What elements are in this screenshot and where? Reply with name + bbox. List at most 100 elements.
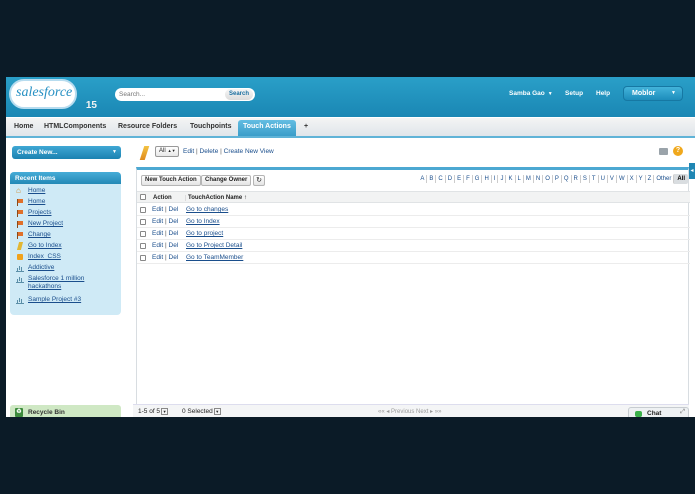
col-touchaction-name[interactable]: TouchAction Name ↑ (185, 195, 247, 201)
bolt-icon (16, 242, 24, 250)
edit-view-link[interactable]: Edit (183, 148, 194, 155)
recent-item[interactable]: New Project (16, 220, 63, 230)
alpha-filter-u[interactable]: U (597, 175, 607, 183)
alpha-filter-y[interactable]: Y (635, 175, 645, 183)
recent-item[interactable]: Projects (16, 209, 51, 219)
row-name-link[interactable]: Go to Index (186, 218, 220, 225)
tab-touchpoints[interactable]: Touchpoints (190, 123, 231, 130)
row-name-link[interactable]: Go to Project Detail (186, 242, 242, 249)
tab-add-plus[interactable]: + (304, 123, 308, 130)
recent-item[interactable]: Sample Project #3 (16, 296, 81, 306)
user-menu[interactable]: Samba Gao ▼ (509, 90, 553, 97)
setup-link[interactable]: Setup (565, 90, 583, 97)
alpha-filter-b[interactable]: B (426, 175, 435, 183)
selected-count[interactable]: 0 Selected ▼ (182, 408, 221, 415)
alpha-filter-e[interactable]: E (454, 175, 463, 183)
recent-item-label: Projects (28, 209, 52, 216)
print-icon[interactable] (659, 148, 668, 155)
select-all-checkbox[interactable] (140, 194, 146, 200)
chat-widget[interactable]: Chat ⤢ (628, 407, 689, 417)
recent-item[interactable]: Home (16, 198, 45, 208)
del-link[interactable]: Del (169, 242, 179, 249)
alpha-filter-z[interactable]: Z (644, 175, 654, 183)
recent-item[interactable]: Addictive (16, 264, 54, 274)
row-name-link[interactable]: Go to project (186, 230, 223, 237)
search-button[interactable]: Search (225, 89, 253, 100)
recent-item[interactable]: ⌂ Home (16, 187, 45, 197)
alpha-filter-n[interactable]: N (532, 175, 542, 183)
edit-link[interactable]: Edit (152, 230, 163, 237)
list-footer: 1-5 of 5 ▼ 0 Selected ▼ «« ◂ Previous Next… (133, 404, 689, 417)
alpha-filter-j[interactable]: J (497, 175, 505, 183)
css-icon (16, 253, 24, 261)
alpha-filter-i[interactable]: I (490, 175, 498, 183)
recent-item-label: Change (28, 231, 51, 238)
help-link[interactable]: Help (596, 90, 610, 97)
row-checkbox[interactable] (140, 231, 146, 237)
next-link[interactable]: Next (416, 409, 428, 415)
search-box: Search (115, 88, 255, 101)
row-checkbox[interactable] (140, 207, 146, 213)
edit-link[interactable]: Edit (152, 254, 163, 261)
alpha-filter-h[interactable]: H (481, 175, 490, 183)
delete-view-link[interactable]: Delete (200, 148, 219, 155)
chevron-updown-icon: ▲▼ (167, 148, 176, 153)
row-name-link[interactable]: Go to TeamMember (186, 254, 243, 261)
pager[interactable]: 1-5 of 5 ▼ (138, 408, 169, 415)
del-link[interactable]: Del (169, 254, 179, 261)
separator: | (165, 230, 167, 237)
alpha-filter-v[interactable]: V (606, 175, 616, 183)
view-select[interactable]: All ▲▼ (155, 146, 179, 157)
del-link[interactable]: Del (169, 230, 179, 237)
row-checkbox[interactable] (140, 243, 146, 249)
previous-link[interactable]: Previous (391, 409, 414, 415)
alpha-filter-q[interactable]: Q (560, 175, 571, 183)
tab-touch-actions[interactable]: Touch Actions (238, 120, 296, 136)
alpha-filter-p[interactable]: P (551, 175, 561, 183)
search-input[interactable] (119, 89, 219, 100)
refresh-icon[interactable]: ↻ (253, 175, 265, 186)
new-touch-action-button[interactable]: New Touch Action (141, 175, 201, 186)
alpha-filter-c[interactable]: C (435, 175, 444, 183)
side-panel-toggle[interactable]: ◂ (689, 163, 695, 179)
recent-item[interactable]: Change (16, 231, 51, 241)
edit-link[interactable]: Edit (152, 218, 163, 225)
alpha-filter-all[interactable]: All (673, 174, 688, 184)
tab-home[interactable]: Home (14, 123, 33, 130)
edit-link[interactable]: Edit (152, 242, 163, 249)
alpha-filter-t[interactable]: T (588, 175, 598, 183)
recycle-bin[interactable]: ♻ Recycle Bin (10, 405, 121, 417)
tab-resource-folders[interactable]: Resource Folders (118, 123, 177, 130)
alpha-filter-g[interactable]: G (471, 175, 482, 183)
alpha-filter-w[interactable]: W (615, 175, 627, 183)
alpha-filter-a[interactable]: A (418, 175, 426, 183)
alpha-filter-s[interactable]: S (579, 175, 589, 183)
alpha-filter-d[interactable]: D (444, 175, 454, 183)
alpha-filter-other[interactable]: Other (653, 175, 673, 183)
alpha-filter-l[interactable]: L (514, 175, 523, 183)
create-new-view-link[interactable]: Create New View (224, 148, 274, 155)
row-name-link[interactable]: Go to changes (186, 206, 228, 213)
app-menu-button[interactable]: Moblor ▼ (623, 86, 683, 101)
alpha-filter-k[interactable]: K (505, 175, 514, 183)
alpha-filter-m[interactable]: M (522, 175, 533, 183)
alpha-filter-o[interactable]: O (542, 175, 552, 183)
create-new-button[interactable]: Create New... ▼ (12, 146, 121, 159)
help-icon[interactable]: ? (673, 146, 683, 156)
salesforce-logo[interactable]: salesforce 15 (9, 79, 99, 113)
recent-item[interactable]: Index_CSS (16, 253, 61, 263)
row-checkbox[interactable] (140, 255, 146, 261)
edit-link[interactable]: Edit (152, 206, 163, 213)
row-checkbox[interactable] (140, 219, 146, 225)
recent-item[interactable]: Salesforce 1 million hackathons (16, 275, 84, 293)
del-link[interactable]: Del (169, 218, 179, 225)
alpha-filter-r[interactable]: R (570, 175, 580, 183)
change-owner-button[interactable]: Change Owner (201, 175, 252, 186)
recent-item[interactable]: Go to Index (16, 242, 62, 252)
separator: | (165, 254, 167, 261)
alpha-filter-f[interactable]: F (463, 175, 472, 183)
expand-icon[interactable]: ⤢ (680, 409, 685, 416)
del-link[interactable]: Del (169, 206, 179, 213)
tab-htmlcomponents[interactable]: HTMLComponents (44, 123, 106, 130)
alpha-filter-x[interactable]: X (626, 175, 636, 183)
